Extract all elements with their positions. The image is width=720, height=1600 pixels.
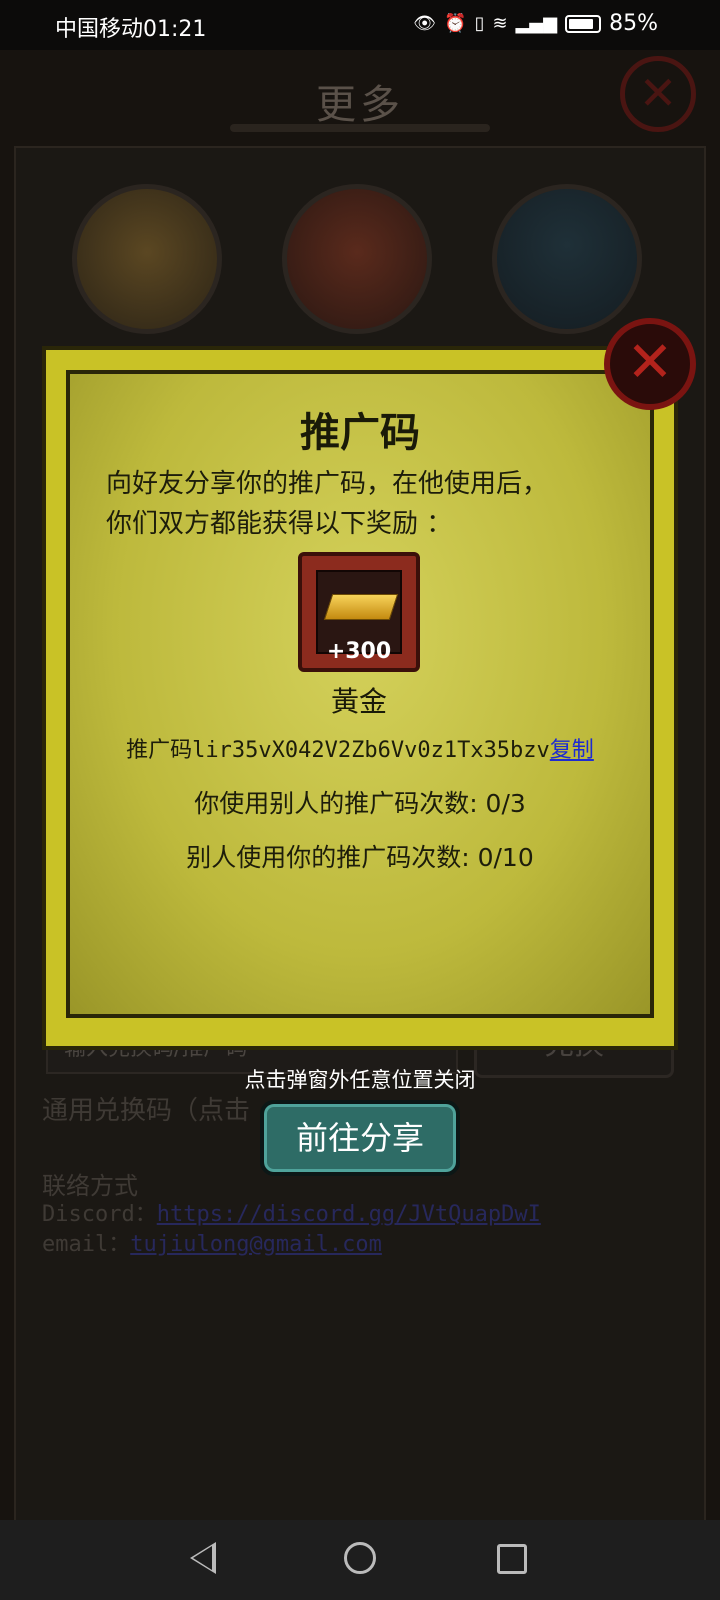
carrier-time: 中国移动01:21 — [55, 17, 207, 42]
status-icons: 👁 ⏰ ▯ ≋ ▂▄▆ 85% — [413, 11, 658, 36]
modal-description: 向好友分享你的推广码，在他使用后， 你们双方都能获得以下奖励 ： — [106, 464, 626, 544]
wifi-icon: ≋ — [492, 13, 508, 34]
gold-bar-icon — [323, 594, 399, 620]
discord-label: Discord： — [42, 1202, 157, 1227]
page-close-icon[interactable]: ✕ — [620, 56, 696, 132]
email-link[interactable]: tujiulong@gmail.com — [130, 1232, 382, 1257]
home-icon[interactable] — [344, 1542, 376, 1574]
email-label: email： — [42, 1232, 131, 1257]
close-hint: 点击弹窗外任意位置关闭 — [244, 1068, 476, 1092]
reward-count: +300 — [326, 639, 392, 664]
night-sky-portrait-button[interactable] — [492, 184, 642, 334]
description-line-1: 向好友分享你的推广码，在他使用后， — [106, 469, 549, 499]
used-others-count: 你使用别人的推广码次数: 0/3 — [194, 789, 526, 818]
title-brush-decoration — [230, 124, 490, 132]
modal-close-icon[interactable]: ✕ — [604, 318, 696, 410]
description-line-2: 你们双方都能获得以下奖励 ： — [106, 509, 453, 539]
modal-title: 推广码 — [300, 410, 420, 456]
generic-code-text[interactable]: 通用兑换码（点击 — [42, 1090, 250, 1127]
battery-percent: 85% — [609, 11, 658, 36]
page-title: 更多 — [316, 82, 404, 128]
battery-icon — [565, 14, 602, 33]
copy-link[interactable]: 复制 — [550, 738, 594, 763]
email-line: email：tujiulong@gmail.com — [42, 1226, 382, 1258]
status-bar: 中国移动01:21 👁 ⏰ ▯ ≋ ▂▄▆ 85% — [0, 0, 720, 50]
temple-portrait-button[interactable] — [282, 184, 432, 334]
alarm-icon: ⏰ — [444, 13, 467, 34]
vibrate-icon: ▯ — [474, 13, 485, 34]
promo-code-line: 推广码lir35vX042V2Zb6Vv0z1Tx35bzv复制 — [66, 732, 654, 764]
recent-apps-icon[interactable] — [497, 1544, 527, 1574]
reward-name: 黃金 — [330, 685, 387, 718]
discord-link[interactable]: https://discord.gg/JVtQuapDwI — [157, 1202, 541, 1227]
share-button[interactable]: 前往分享 — [260, 1100, 460, 1176]
reward-item: +300 — [298, 552, 420, 672]
system-nav-bar — [0, 1520, 720, 1600]
general-portrait-button[interactable] — [72, 184, 222, 334]
discord-line: Discord：https://discord.gg/JVtQuapDwI — [42, 1196, 541, 1228]
others-used-count: 别人使用你的推广码次数: 0/10 — [186, 843, 534, 872]
eye-icon: 👁 — [413, 13, 437, 34]
back-icon[interactable] — [190, 1542, 216, 1574]
promo-code: 推广码lir35vX042V2Zb6Vv0z1Tx35bzv — [126, 738, 550, 763]
signal-icon: ▂▄▆ — [515, 13, 558, 34]
